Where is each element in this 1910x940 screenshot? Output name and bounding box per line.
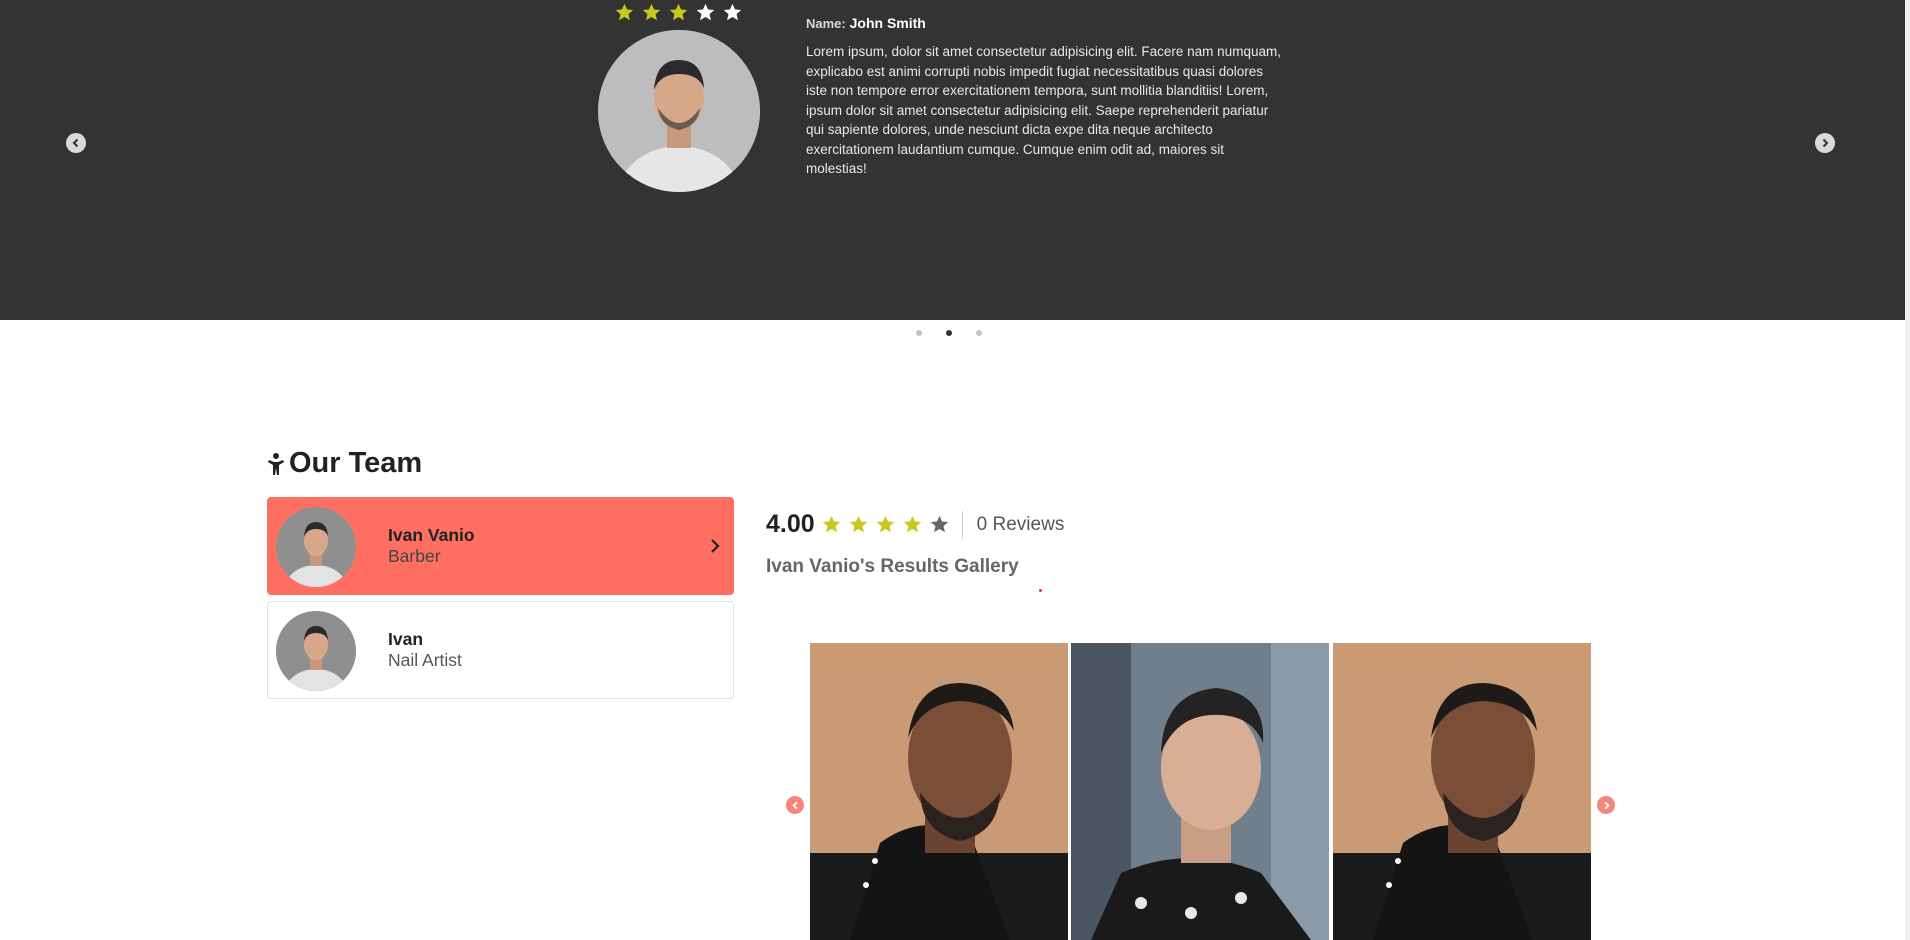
star-icon (615, 3, 634, 21)
reviews-count[interactable]: 0 Reviews (977, 514, 1065, 536)
member-info: Ivan Vanio Barber (388, 525, 475, 567)
chevron-right-icon (1822, 138, 1829, 148)
name-label: Name: (806, 16, 846, 31)
gallery-photo[interactable] (1071, 643, 1329, 940)
gallery-photo[interactable] (1333, 643, 1591, 940)
person-photo (276, 611, 356, 691)
gallery-next-button[interactable] (1597, 796, 1615, 814)
member-role: Nail Artist (388, 650, 462, 670)
star-icon (876, 515, 894, 533)
testimonial-rating (614, 2, 743, 23)
rating-stars (821, 514, 950, 535)
gallery-indicator (1039, 589, 1042, 592)
chevron-right-icon (711, 539, 720, 553)
haircut-photo (1333, 643, 1591, 940)
team-member-card[interactable]: Ivan Nail Artist (267, 601, 734, 699)
section-title-text: Our Team (289, 447, 423, 479)
chevron-right-icon (1604, 801, 1610, 809)
slider-pagination (916, 330, 982, 336)
haircut-photo (810, 643, 1068, 940)
person-photo (598, 30, 760, 192)
member-rating: 4.00 0 Reviews (766, 510, 1064, 539)
name-value: John Smith (849, 15, 926, 31)
testimonial-text: Lorem ipsum, dolor sit amet consectetur … (806, 44, 1281, 176)
slider-dot-3[interactable] (976, 330, 982, 336)
star-icon (723, 3, 742, 21)
member-role: Barber (388, 546, 441, 566)
team-member-card[interactable]: Ivan Vanio Barber (267, 497, 734, 595)
star-icon (849, 515, 867, 533)
person-photo (276, 507, 356, 587)
gallery-prev-button[interactable] (786, 796, 804, 814)
gallery-title: Ivan Vanio's Results Gallery (766, 556, 1019, 577)
member-name: Ivan Vanio (388, 525, 475, 545)
star-icon (930, 515, 948, 533)
member-name: Ivan (388, 629, 424, 649)
gallery-photo[interactable] (810, 643, 1068, 940)
member-avatar (276, 611, 356, 691)
testimonial-slider: Name: John Smith Lorem ipsum, dolor sit … (0, 0, 1905, 320)
chevron-left-icon (72, 138, 79, 148)
star-icon (669, 3, 688, 21)
slider-dot-1[interactable] (916, 330, 922, 336)
star-icon (822, 515, 840, 533)
person-icon (268, 452, 284, 475)
star-icon (903, 515, 921, 533)
slider-dot-2[interactable] (946, 330, 952, 336)
haircut-photo (1071, 643, 1329, 940)
member-info: Ivan Nail Artist (388, 629, 462, 671)
testimonial-avatar (598, 30, 760, 192)
chevron-left-icon (791, 801, 797, 809)
section-title: Our Team (267, 447, 422, 480)
star-icon (696, 3, 715, 21)
page-scrollbar[interactable] (1905, 0, 1910, 940)
testimonial-next-button[interactable] (1815, 133, 1835, 153)
star-icon (642, 3, 661, 21)
rating-value: 4.00 (766, 510, 815, 538)
member-avatar (276, 507, 356, 587)
divider (961, 510, 963, 539)
testimonial-name: Name: John Smith (806, 15, 926, 31)
testimonial-prev-button[interactable] (66, 133, 86, 153)
